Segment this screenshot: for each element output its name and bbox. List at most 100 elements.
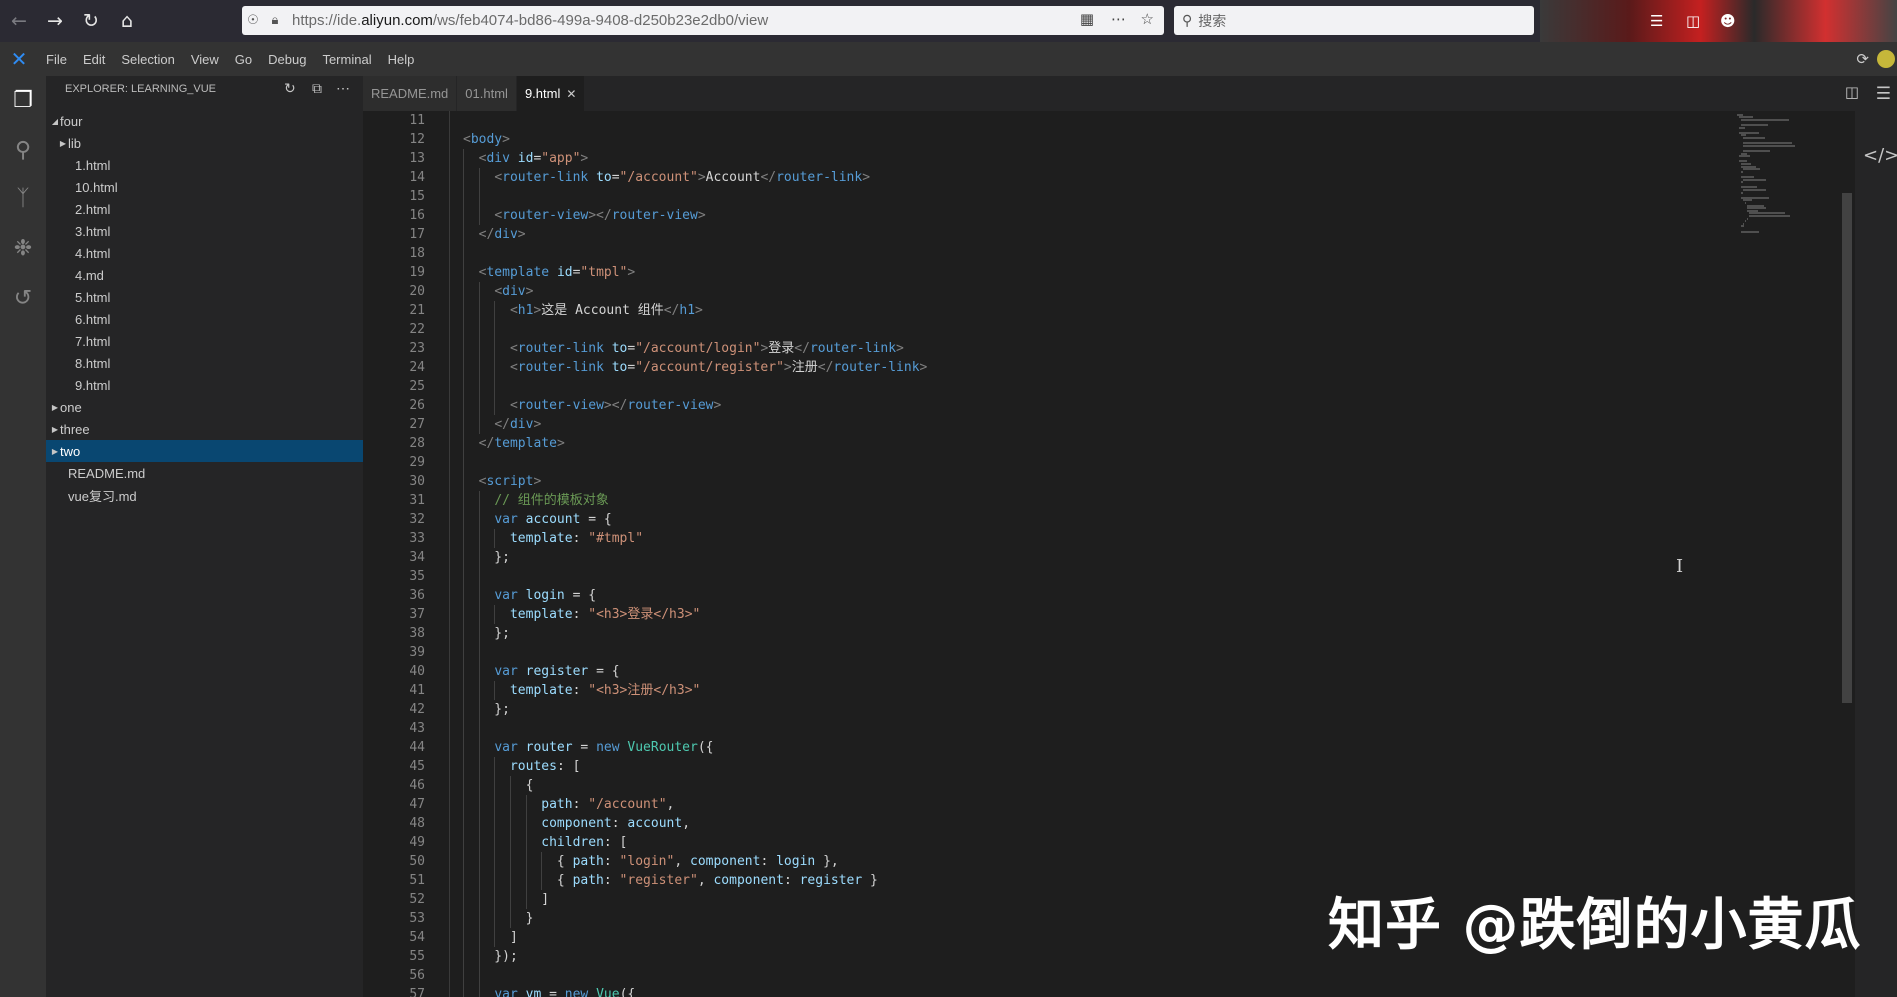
code-line[interactable] [463, 187, 927, 206]
code-line[interactable]: template: "<h3>注册</h3>" [463, 681, 927, 700]
debug-icon[interactable]: ❉ [0, 236, 46, 261]
tab-9-html[interactable]: 9.html ✕ [516, 76, 585, 111]
tree-file[interactable]: 8.html [46, 352, 363, 374]
library-icon[interactable]: ☰ [1650, 12, 1663, 30]
tree-file[interactable]: 5.html [46, 286, 363, 308]
code-line[interactable]: var account = { [463, 510, 927, 529]
vertical-scrollbar[interactable] [1841, 111, 1855, 997]
code-line[interactable] [463, 966, 927, 985]
code-line[interactable] [463, 719, 927, 738]
code-line[interactable] [463, 111, 927, 130]
tab-01-html[interactable]: 01.html [457, 76, 516, 111]
code-line[interactable]: <router-view></router-view> [463, 396, 927, 415]
code-line[interactable]: <h1>这是 Account 组件</h1> [463, 301, 927, 320]
code-line[interactable]: var router = new VueRouter({ [463, 738, 927, 757]
code-line[interactable] [463, 244, 927, 263]
code-line[interactable] [463, 377, 927, 396]
menu-view[interactable]: View [183, 52, 227, 67]
shield-icon[interactable]: ☉ [242, 13, 264, 28]
code-line[interactable] [463, 320, 927, 339]
code-line[interactable]: <body> [463, 130, 927, 149]
menu-help[interactable]: Help [380, 52, 423, 67]
code-line[interactable]: routes: [ [463, 757, 927, 776]
menu-terminal[interactable]: Terminal [314, 52, 379, 67]
code-line[interactable]: }); [463, 947, 927, 966]
tree-file[interactable]: 9.html [46, 374, 363, 396]
code-line[interactable]: { path: "register", component: register … [463, 871, 927, 890]
tree-file[interactable]: 2.html [46, 198, 363, 220]
tree-folder[interactable]: ▶ three [46, 418, 363, 440]
tree-folder[interactable]: ▶ two [46, 440, 363, 462]
code-line[interactable]: { path: "login", component: login }, [463, 852, 927, 871]
tree-folder[interactable]: ▶ one [46, 396, 363, 418]
code-line[interactable]: path: "/account", [463, 795, 927, 814]
sidebar-icon[interactable]: ◫ [1686, 12, 1700, 30]
code-line[interactable]: <template id="tmpl"> [463, 263, 927, 282]
forward-arrow-icon[interactable]: → [38, 4, 72, 38]
code-line[interactable]: <router-link to="/account/login">登录</rou… [463, 339, 927, 358]
scrollbar-thumb[interactable] [1842, 193, 1852, 703]
menu-debug[interactable]: Debug [260, 52, 314, 67]
chevron-right-icon[interactable]: ▶ [50, 403, 60, 412]
avatar[interactable] [1877, 50, 1895, 68]
tab-readme[interactable]: README.md [363, 76, 457, 111]
code-line[interactable]: <div> [463, 282, 927, 301]
tree-folder[interactable]: ▶ lib [46, 132, 363, 154]
refresh-icon[interactable]: ↻ [284, 80, 296, 97]
qr-code-icon[interactable]: ▦ [1080, 10, 1094, 28]
code-tag-icon[interactable]: </> [1863, 145, 1897, 166]
code-editor[interactable]: 11 12 13 14 15 16 17 18 19 20 21 22 23 24 25 26 27 28 29 30… [363, 111, 1855, 997]
code-line[interactable]: ] [463, 890, 927, 909]
more-actions-icon[interactable]: ⋯ [1111, 10, 1126, 28]
code-line[interactable] [463, 453, 927, 472]
chevron-down-icon[interactable]: ◢ [50, 117, 60, 126]
back-arrow-icon[interactable]: ← [2, 4, 36, 38]
code-line[interactable]: template: "#tmpl" [463, 529, 927, 548]
chevron-right-icon[interactable]: ▶ [50, 425, 60, 434]
tree-file[interactable]: README.md [46, 462, 363, 484]
code-line[interactable]: </div> [463, 225, 927, 244]
menu-file[interactable]: File [38, 52, 75, 67]
source-control-icon[interactable]: ᛉ [0, 186, 46, 211]
code-line[interactable]: </div> [463, 415, 927, 434]
code-lines[interactable]: <body> <div id="app"> <router-link to="/… [463, 111, 927, 997]
code-line[interactable]: <div id="app"> [463, 149, 927, 168]
code-line[interactable]: // 组件的模板对象 [463, 491, 927, 510]
tree-folder[interactable]: ◢ four [46, 110, 363, 132]
share-icon[interactable]: ⟳ [1856, 50, 1869, 68]
tree-file[interactable]: 6.html [46, 308, 363, 330]
code-line[interactable] [463, 643, 927, 662]
tree-file[interactable]: 4.html [46, 242, 363, 264]
collapse-all-icon[interactable]: ⧉ [312, 80, 322, 97]
search-icon[interactable]: ⚲ [0, 138, 46, 163]
minimap[interactable] [1737, 111, 1847, 261]
code-line[interactable]: </template> [463, 434, 927, 453]
code-line[interactable]: <router-link to="/account/register">注册</… [463, 358, 927, 377]
code-line[interactable]: children: [ [463, 833, 927, 852]
menu-go[interactable]: Go [227, 52, 260, 67]
files-icon[interactable]: ❐ [0, 88, 46, 113]
tree-file[interactable]: 3.html [46, 220, 363, 242]
code-line[interactable]: <script> [463, 472, 927, 491]
menu-edit[interactable]: Edit [75, 52, 113, 67]
code-line[interactable]: }; [463, 624, 927, 643]
tree-file[interactable]: 10.html [46, 176, 363, 198]
code-line[interactable]: var login = { [463, 586, 927, 605]
close-icon[interactable]: ✕ [566, 87, 576, 101]
chevron-right-icon[interactable]: ▶ [50, 447, 60, 456]
tree-file[interactable]: 4.md [46, 264, 363, 286]
code-line[interactable]: } [463, 909, 927, 928]
code-line[interactable]: var register = { [463, 662, 927, 681]
home-icon[interactable]: ⌂ [110, 4, 144, 38]
lock-icon[interactable]: 🔒︎ [264, 13, 286, 28]
code-line[interactable]: { [463, 776, 927, 795]
menu-selection[interactable]: Selection [113, 52, 182, 67]
more-icon[interactable]: ⋯ [336, 80, 350, 97]
search-box[interactable]: ⚲ 搜索 [1174, 6, 1534, 35]
account-icon[interactable]: ☻ [1720, 12, 1736, 30]
code-line[interactable]: var vm = new Vue({ [463, 985, 927, 997]
code-line[interactable] [463, 567, 927, 586]
code-line[interactable]: component: account, [463, 814, 927, 833]
code-line[interactable]: ] [463, 928, 927, 947]
tree-file[interactable]: vue复习.md [46, 484, 363, 506]
